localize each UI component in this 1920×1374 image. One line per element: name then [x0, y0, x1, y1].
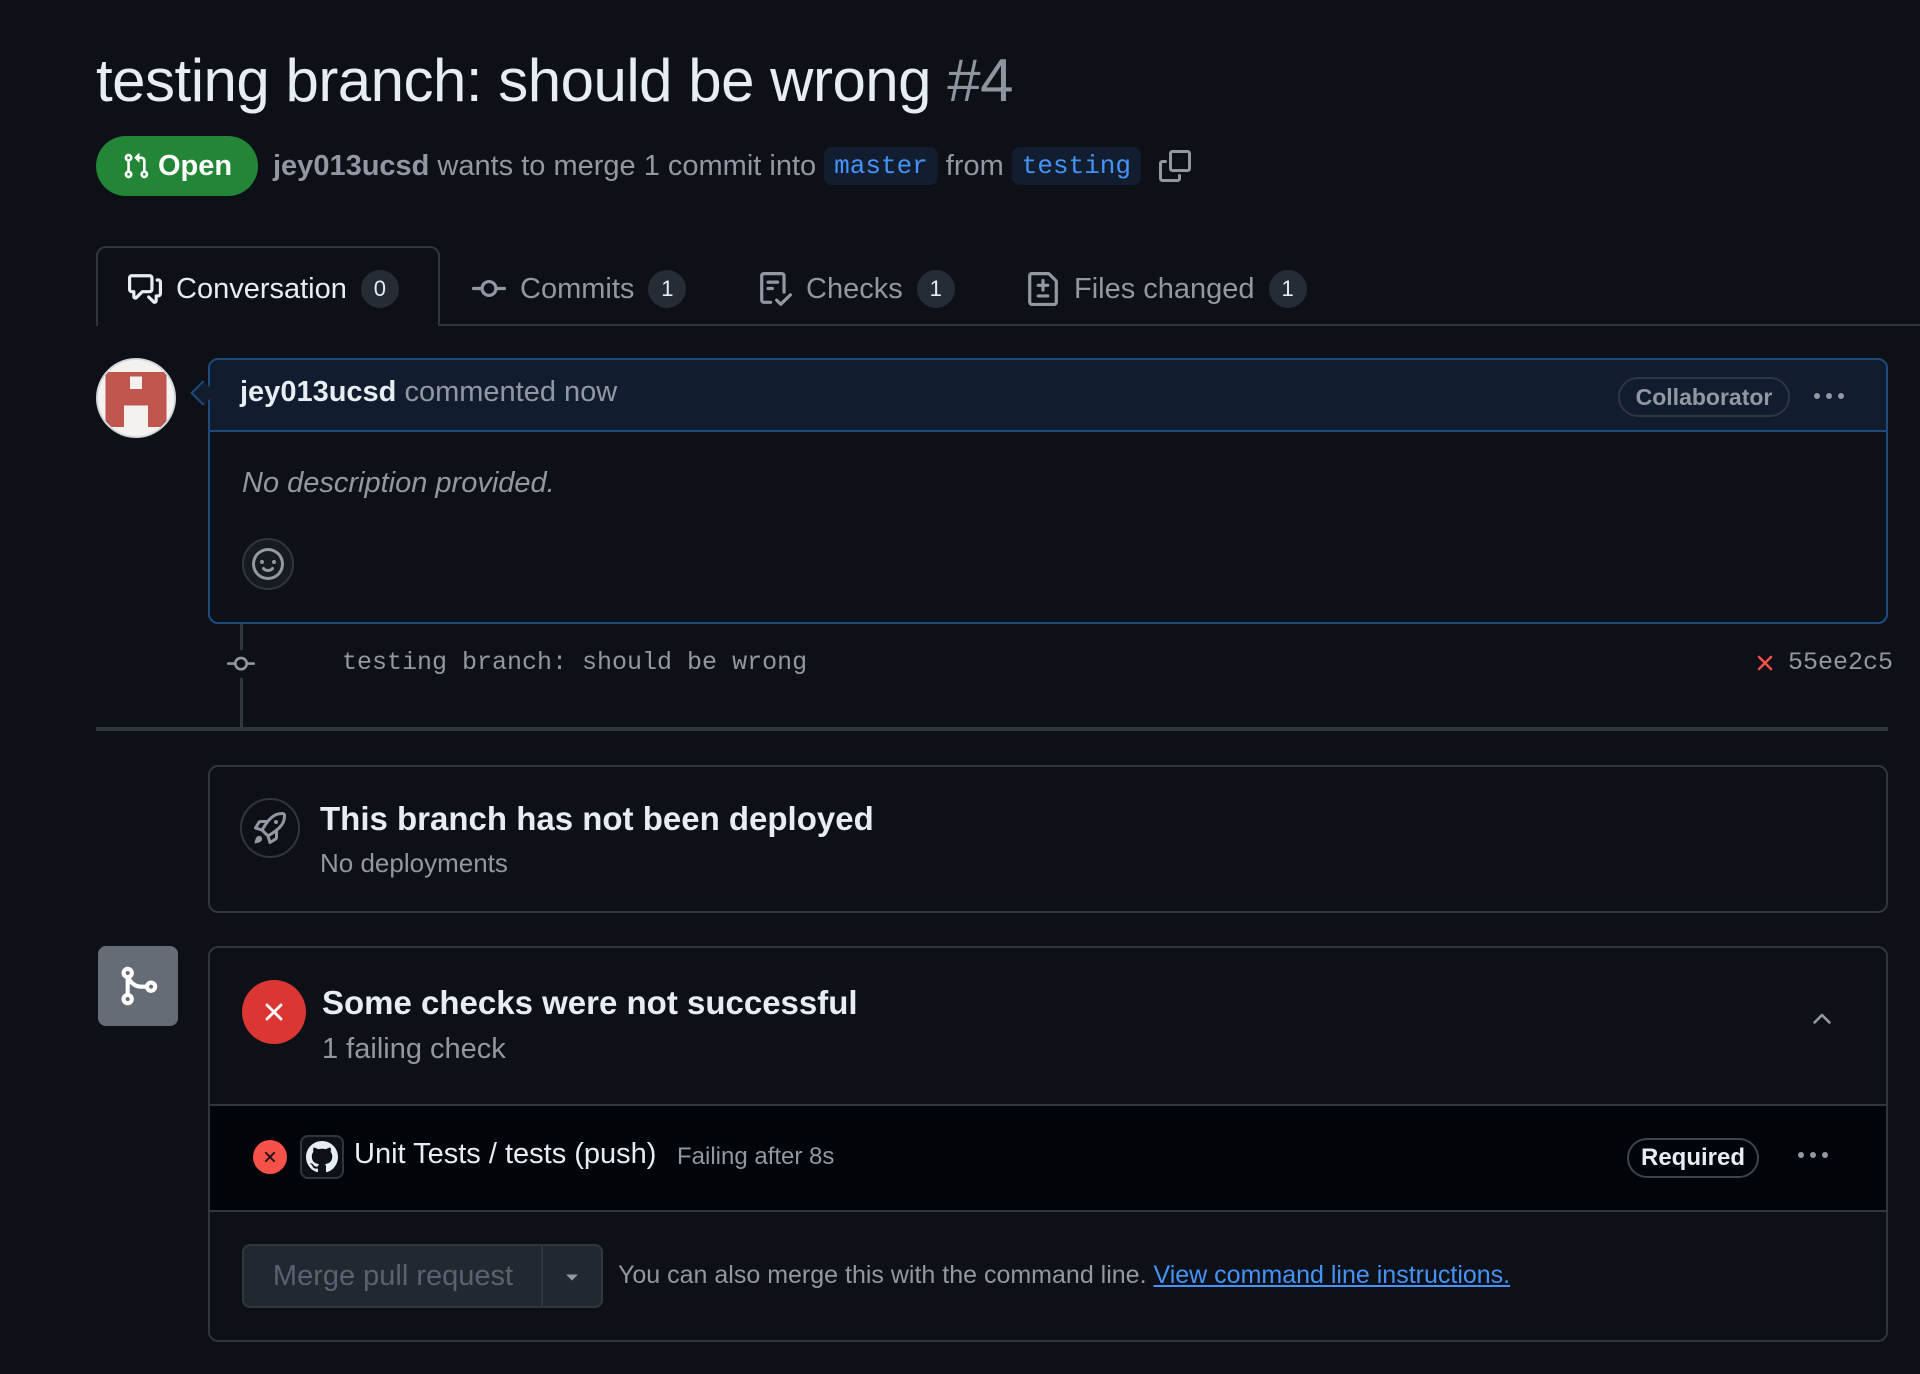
merge-options-button[interactable] — [541, 1244, 603, 1308]
git-commit-icon — [224, 650, 258, 683]
add-reaction-button[interactable] — [242, 538, 294, 590]
avatar[interactable] — [96, 358, 176, 438]
file-diff-icon — [1026, 272, 1060, 306]
pr-number: #4 — [947, 47, 1013, 114]
pr-author-link[interactable]: jey013ucsd — [273, 150, 429, 183]
merge-hint: You can also merge this with the command… — [618, 1261, 1510, 1290]
check-status: Failing after 8s — [677, 1143, 835, 1170]
commit-message-link[interactable]: testing branch: should be wrong — [342, 648, 807, 677]
tab-counter: 1 — [916, 270, 955, 308]
role-badge: Collaborator — [1618, 377, 1790, 417]
from-text: from — [945, 149, 1004, 182]
x-circle-icon — [242, 980, 306, 1044]
pr-state-label: Open — [157, 149, 233, 182]
head-branch-tag[interactable]: testing — [1011, 147, 1141, 185]
check-name-link[interactable]: Unit Tests / tests (push) — [354, 1138, 656, 1171]
checks-title: Some checks were not successful — [322, 984, 858, 1021]
comment-author[interactable]: jey013ucsd — [240, 376, 396, 408]
copy-icon[interactable] — [1159, 150, 1191, 182]
tab-commits[interactable]: Commits 1 — [472, 264, 687, 314]
x-circle-fill-icon — [253, 1140, 287, 1174]
base-branch-tag[interactable]: master — [824, 147, 938, 185]
pr-state-badge: Open — [96, 136, 258, 196]
check-options-icon[interactable] — [1798, 1152, 1828, 1158]
merge-text: wants to merge 1 commit into — [437, 149, 817, 182]
pr-merge-summary: jey013ucsd wants to merge 1 commit into … — [273, 145, 1191, 187]
deployment-box — [208, 765, 1888, 913]
rocket-icon — [240, 798, 300, 858]
git-merge-icon — [98, 946, 178, 1026]
deployment-subtitle: No deployments — [320, 848, 508, 878]
tab-label: Files changed — [1074, 272, 1255, 305]
commit-sha-link[interactable]: 55ee2c5 — [1788, 648, 1893, 677]
deployment-title: This branch has not been deployed — [320, 800, 874, 837]
page-title: testing branch: should be wrong #4 — [96, 46, 1013, 115]
comment-discussion-icon — [128, 272, 162, 306]
git-pull-request-icon — [122, 152, 150, 180]
command-line-instructions-link[interactable]: View command line instructions. — [1153, 1261, 1510, 1289]
tab-counter: 1 — [648, 270, 687, 308]
tab-checks[interactable]: Checks 1 — [758, 264, 955, 314]
tab-conversation[interactable]: Conversation 0 — [128, 264, 399, 314]
tab-counter: 0 — [360, 270, 399, 308]
timeline-divider — [96, 727, 1888, 731]
pr-title: testing branch: should be wrong — [96, 47, 932, 114]
merge-hint-text: You can also merge this with the command… — [618, 1261, 1147, 1289]
tab-label: Conversation — [176, 272, 347, 305]
comment-meta: jey013ucsd commented now — [240, 376, 617, 409]
chevron-up-icon[interactable] — [1808, 1005, 1836, 1038]
required-badge: Required — [1627, 1138, 1759, 1178]
checks-subtitle: 1 failing check — [322, 1033, 506, 1065]
commit-sha: 55ee2c5 — [1752, 648, 1893, 677]
smiley-icon — [252, 548, 284, 580]
merge-pull-request-button[interactable]: Merge pull request — [242, 1244, 542, 1308]
tab-counter: 1 — [1268, 270, 1307, 308]
github-logo-icon — [300, 1135, 344, 1179]
comment-body: No description provided. — [242, 467, 555, 499]
x-fail-icon[interactable] — [1752, 650, 1778, 676]
git-commit-icon — [472, 272, 506, 306]
comment-action: commented now — [404, 376, 618, 408]
triangle-down-icon — [560, 1264, 584, 1288]
tab-files-changed[interactable]: Files changed 1 — [1026, 264, 1307, 314]
comment-options-icon[interactable] — [1814, 393, 1844, 399]
tab-label: Checks — [806, 272, 903, 305]
checklist-icon — [758, 272, 792, 306]
tab-label: Commits — [520, 272, 635, 305]
